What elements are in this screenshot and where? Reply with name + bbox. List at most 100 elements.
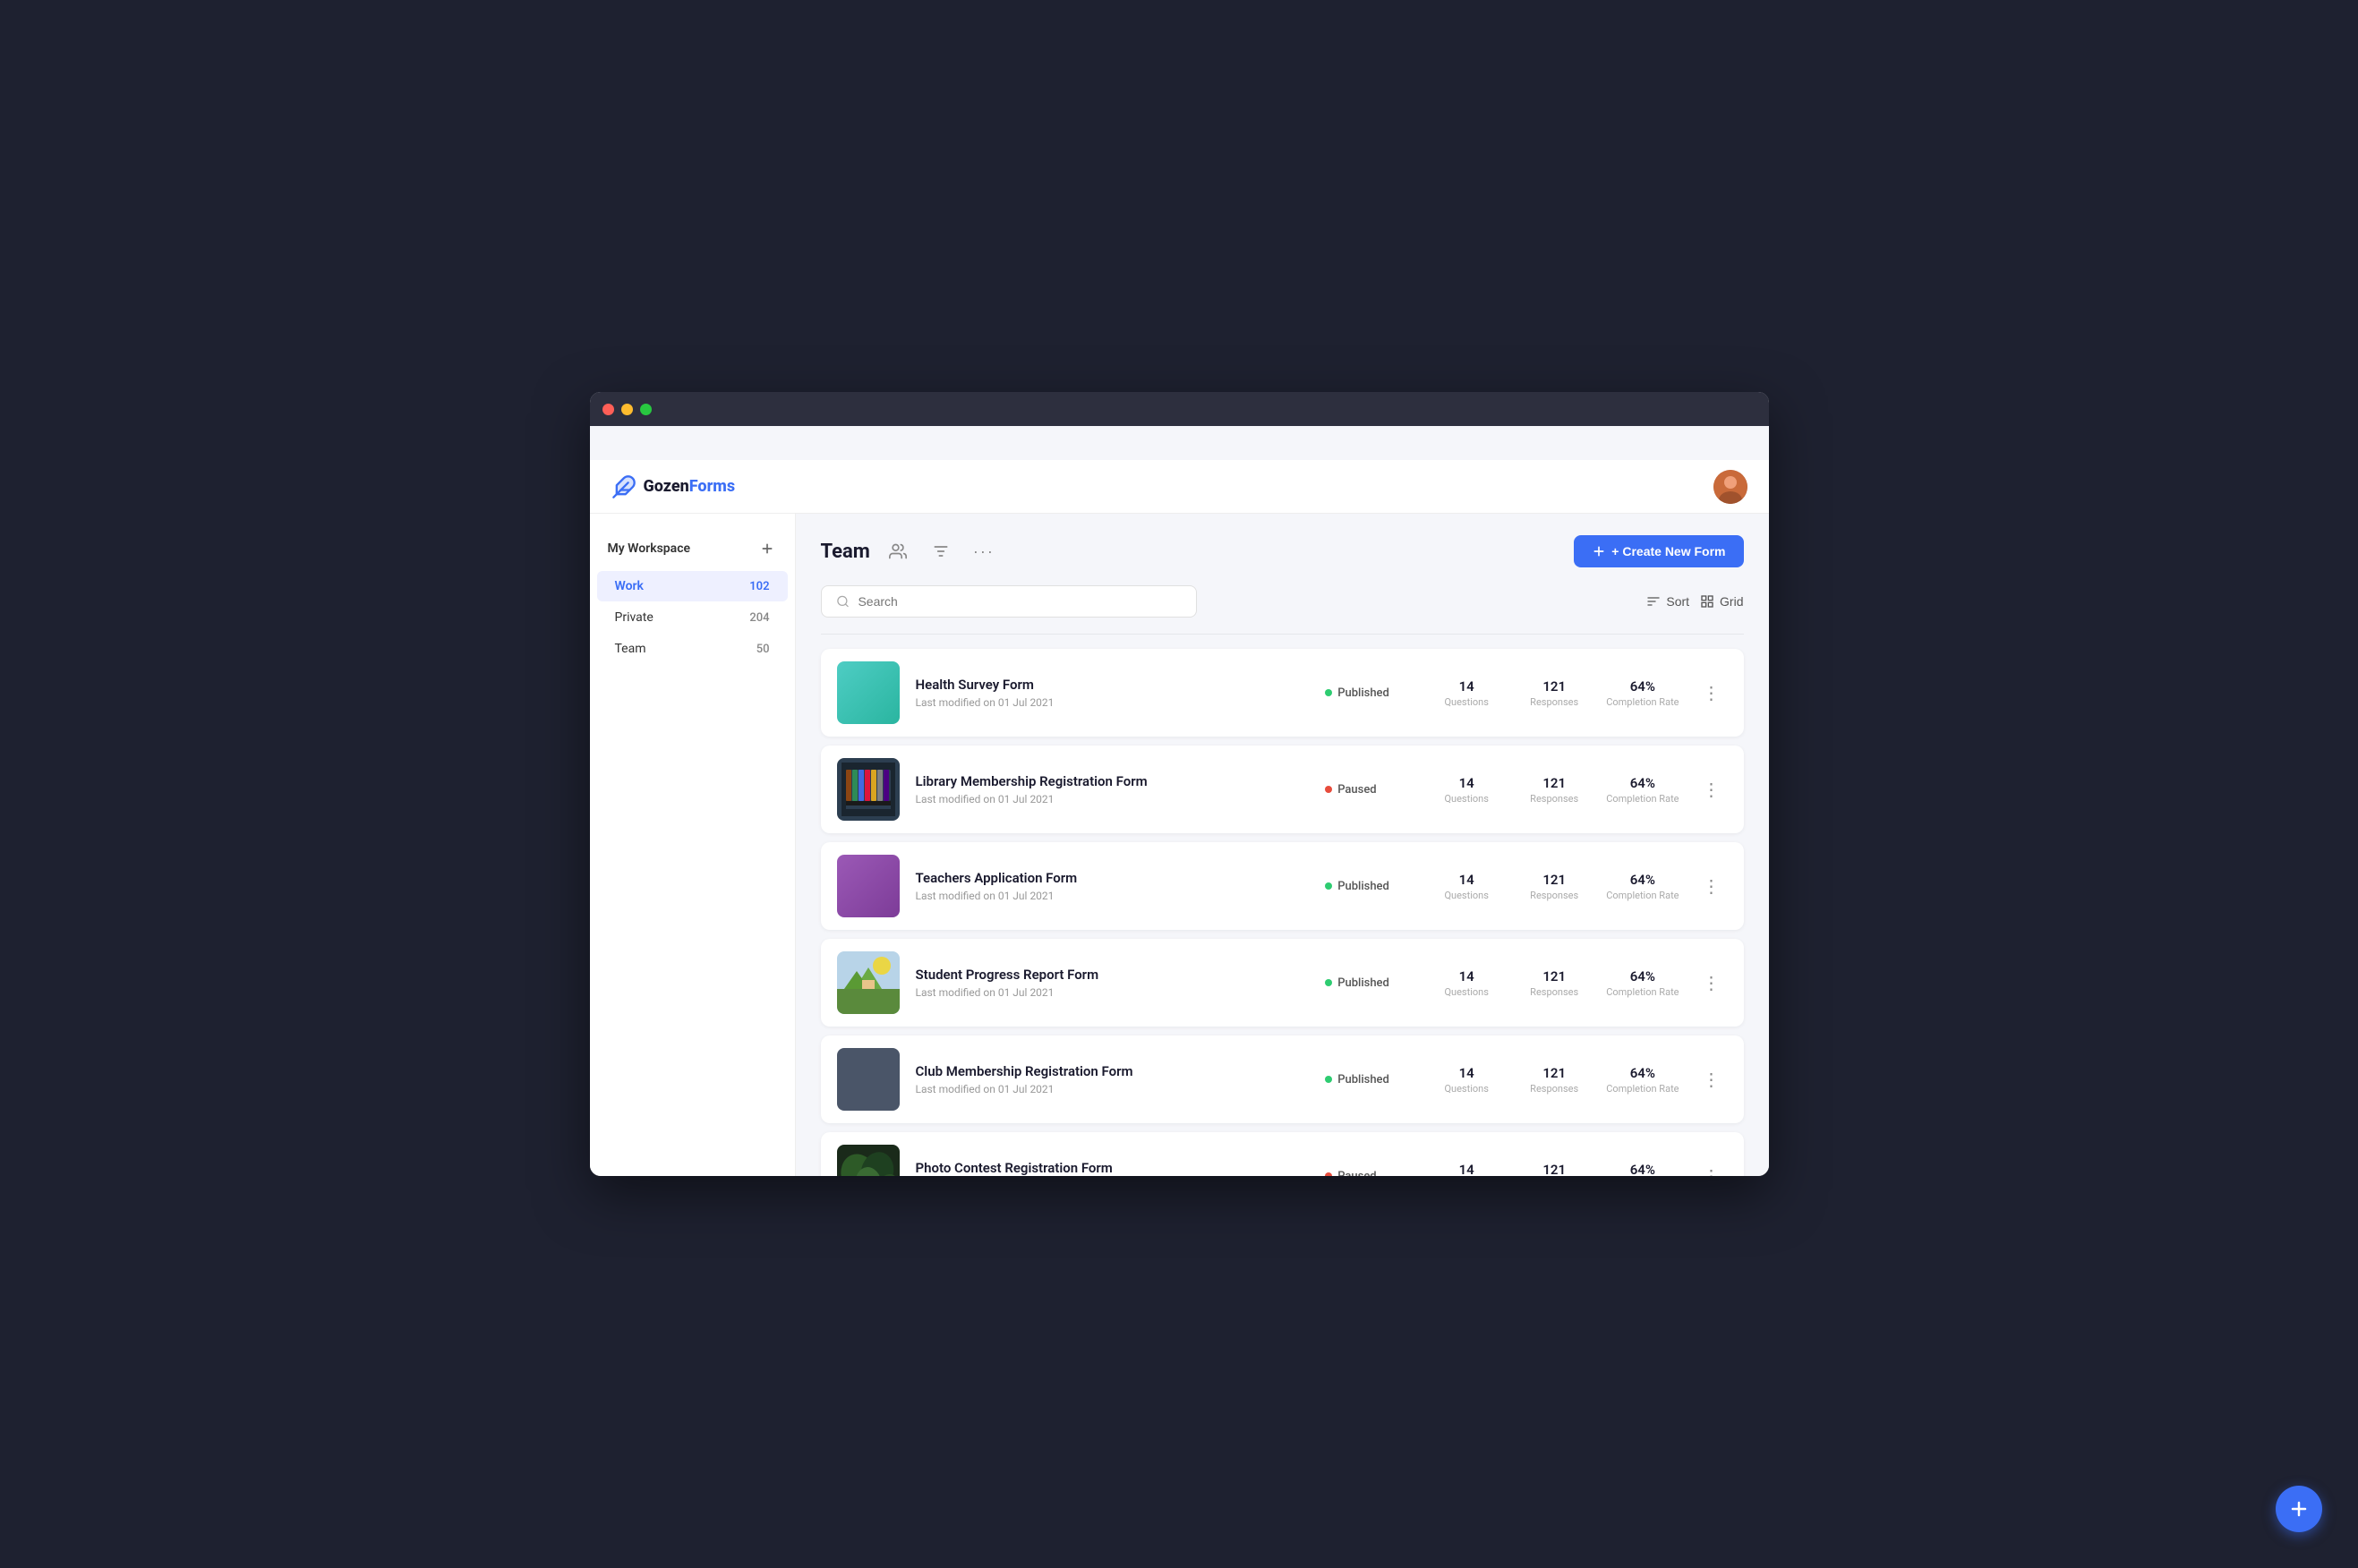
sidebar-item-count-work: 102 <box>749 580 769 593</box>
sidebar-item-count-team: 50 <box>756 643 770 656</box>
form-modified-5: Last modified on 01 Jul 2021 <box>916 1083 1310 1095</box>
toolbar: Sort Grid <box>821 585 1744 618</box>
form-info-4: Student Progress Report Form Last modifi… <box>916 967 1310 999</box>
search-icon <box>836 594 850 609</box>
form-completion-3: 64% Completion Rate <box>1606 872 1679 901</box>
status-label-6: Paused <box>1337 1170 1376 1177</box>
status-label-4: Published <box>1337 976 1389 990</box>
form-questions-1: 14 Questions <box>1431 678 1502 708</box>
status-label-2: Paused <box>1337 783 1376 797</box>
form-thumbnail-5 <box>837 1048 900 1111</box>
status-label-5: Published <box>1337 1073 1389 1087</box>
form-status-4: Published <box>1325 976 1414 990</box>
form-questions-5: 14 Questions <box>1431 1065 1502 1095</box>
sidebar-item-private[interactable]: Private 204 <box>597 602 788 633</box>
workspace-title: My Workspace <box>608 541 691 556</box>
form-card[interactable]: Student Progress Report Form Last modifi… <box>821 939 1744 1027</box>
status-label-3: Published <box>1337 880 1389 893</box>
form-name-1: Health Survey Form <box>916 677 1310 693</box>
add-workspace-button[interactable] <box>757 539 777 558</box>
form-responses-2: 121 Responses <box>1518 775 1590 805</box>
grid-label: Grid <box>1720 594 1743 609</box>
status-dot-5 <box>1325 1076 1332 1083</box>
form-status-3: Published <box>1325 880 1414 893</box>
form-questions-2: 14 Questions <box>1431 775 1502 805</box>
close-dot[interactable] <box>602 404 614 415</box>
maximize-dot[interactable] <box>640 404 652 415</box>
grid-icon <box>1700 594 1714 609</box>
form-name-4: Student Progress Report Form <box>916 967 1310 983</box>
status-label-1: Published <box>1337 686 1389 700</box>
avatar[interactable] <box>1713 470 1747 504</box>
form-responses-1: 121 Responses <box>1518 678 1590 708</box>
filter-icon-button[interactable] <box>926 536 956 567</box>
form-more-button-1[interactable]: ⋮ <box>1696 678 1728 708</box>
form-thumbnail-2 <box>837 758 900 821</box>
form-questions-3: 14 Questions <box>1431 872 1502 901</box>
create-new-form-button[interactable]: + Create New Form <box>1574 535 1743 567</box>
form-card[interactable]: Library Membership Registration Form Las… <box>821 746 1744 833</box>
titlebar <box>590 392 1769 426</box>
form-more-button-4[interactable]: ⋮ <box>1696 968 1728 998</box>
logo-text: GozenForms <box>644 477 736 496</box>
create-button-label: + Create New Form <box>1611 544 1725 558</box>
status-dot-1 <box>1325 689 1332 696</box>
form-name-3: Teachers Application Form <box>916 870 1310 886</box>
logo-icon <box>611 474 636 499</box>
grid-button[interactable]: Grid <box>1700 594 1743 609</box>
page-header-left: Team <box>821 536 999 567</box>
form-info-5: Club Membership Registration Form Last m… <box>916 1063 1310 1095</box>
form-completion-5: 64% Completion Rate <box>1606 1065 1679 1095</box>
divider <box>821 634 1744 635</box>
form-status-5: Published <box>1325 1073 1414 1087</box>
sidebar-item-work[interactable]: Work 102 <box>597 571 788 601</box>
form-responses-6: 121 Responses <box>1518 1162 1590 1177</box>
form-more-button-6[interactable]: ⋮ <box>1696 1162 1728 1177</box>
search-box[interactable] <box>821 585 1197 618</box>
form-modified-1: Last modified on 01 Jul 2021 <box>916 696 1310 709</box>
form-card[interactable]: Teachers Application Form Last modified … <box>821 842 1744 930</box>
status-dot-6 <box>1325 1172 1332 1176</box>
sidebar-item-label-team: Team <box>615 642 646 656</box>
form-status-6: Paused <box>1325 1170 1414 1177</box>
form-card[interactable]: Club Membership Registration Form Last m… <box>821 1035 1744 1123</box>
form-thumbnail-6 <box>837 1145 900 1176</box>
sort-icon <box>1646 594 1661 609</box>
form-info-2: Library Membership Registration Form Las… <box>916 773 1310 805</box>
topbar: GozenForms <box>590 460 1769 514</box>
form-more-button-5[interactable]: ⋮ <box>1696 1065 1728 1095</box>
page-header: Team <box>821 535 1744 567</box>
sidebar-item-count-private: 204 <box>749 611 769 625</box>
more-options-button[interactable]: ··· <box>969 536 999 567</box>
sidebar-item-label-private: Private <box>615 610 654 625</box>
sidebar-item-team[interactable]: Team 50 <box>597 634 788 664</box>
status-dot-4 <box>1325 979 1332 986</box>
form-questions-4: 14 Questions <box>1431 968 1502 998</box>
form-status-2: Paused <box>1325 783 1414 797</box>
toolbar-right: Sort Grid <box>1646 594 1743 609</box>
form-completion-6: 64% Completion Rate <box>1606 1162 1679 1177</box>
sort-button[interactable]: Sort <box>1646 594 1689 609</box>
workspace-header: My Workspace <box>590 532 795 566</box>
form-questions-6: 14 Questions <box>1431 1162 1502 1177</box>
form-card[interactable]: Health Survey Form Last modified on 01 J… <box>821 649 1744 737</box>
form-status-1: Published <box>1325 686 1414 700</box>
minimize-dot[interactable] <box>621 404 633 415</box>
form-modified-3: Last modified on 01 Jul 2021 <box>916 890 1310 902</box>
avatar-image <box>1713 470 1747 504</box>
form-more-button-3[interactable]: ⋮ <box>1696 872 1728 901</box>
page-title: Team <box>821 541 870 563</box>
form-card[interactable]: Photo Contest Registration Form Last mod… <box>821 1132 1744 1176</box>
main-content: Team <box>796 514 1769 1176</box>
form-more-button-2[interactable]: ⋮ <box>1696 775 1728 805</box>
status-dot-3 <box>1325 882 1332 890</box>
members-icon-button[interactable] <box>883 536 913 567</box>
form-list: Health Survey Form Last modified on 01 J… <box>821 649 1744 1176</box>
form-name-5: Club Membership Registration Form <box>916 1063 1310 1079</box>
form-completion-2: 64% Completion Rate <box>1606 775 1679 805</box>
form-modified-2: Last modified on 01 Jul 2021 <box>916 793 1310 805</box>
form-thumbnail-3 <box>837 855 900 917</box>
form-responses-3: 121 Responses <box>1518 872 1590 901</box>
sidebar-item-label-work: Work <box>615 579 644 593</box>
search-input[interactable] <box>858 594 1181 609</box>
